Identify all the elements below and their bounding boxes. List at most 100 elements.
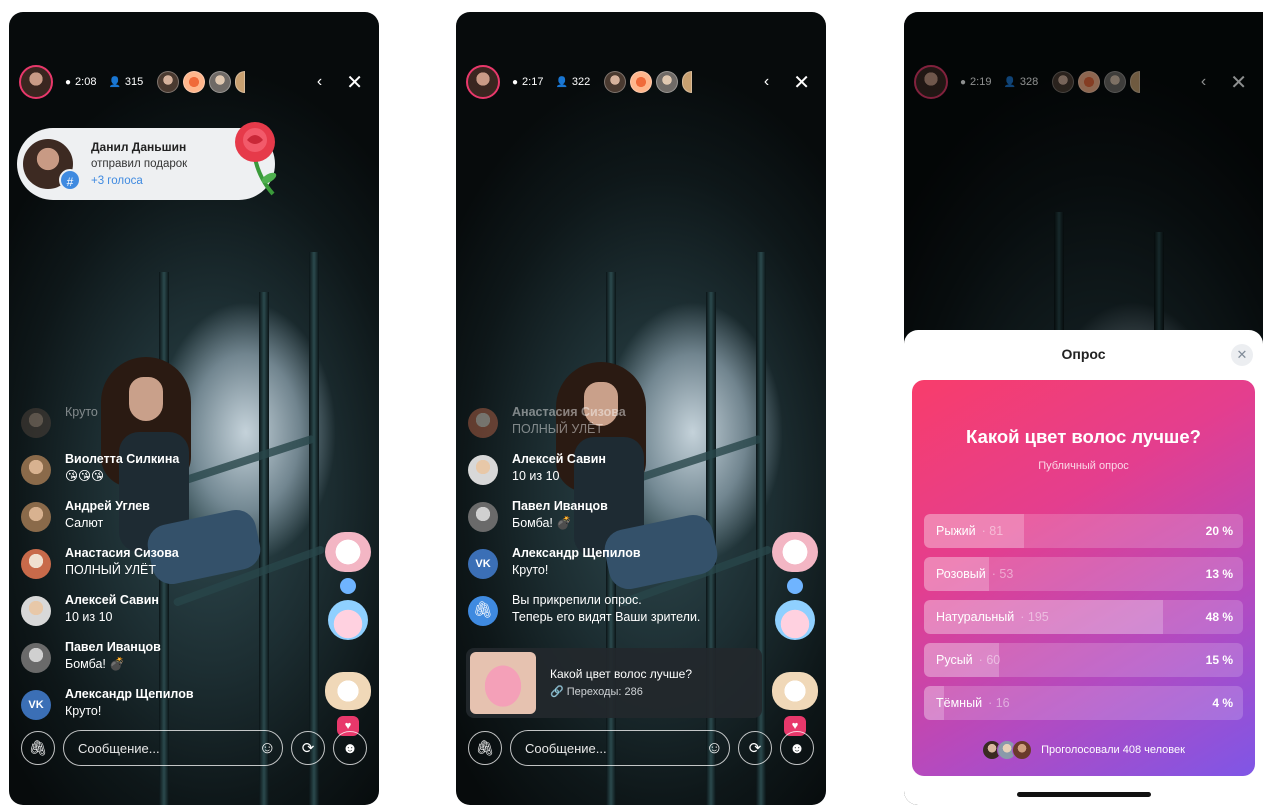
chat-feed: Круто Виолетта Силкина 😘😘😘 Андрей Углев Са… xyxy=(21,404,271,733)
poll-options: Рыжий · 81 20 % Розовый · 53 13 % Натураль… xyxy=(924,514,1243,729)
message-input[interactable]: Сообщение... ☺ xyxy=(510,730,730,766)
gift-action: отправил подарок xyxy=(91,157,188,170)
close-icon[interactable]: ✕ xyxy=(1231,344,1253,366)
refresh-icon[interactable]: ⟳ xyxy=(738,731,772,765)
home-indicator xyxy=(1016,792,1151,797)
avatar xyxy=(157,71,180,93)
gift-icon: # xyxy=(59,169,81,191)
smile-icon[interactable]: ☺ xyxy=(706,738,723,758)
poll-option-count: 60 xyxy=(986,653,1001,667)
avatar xyxy=(21,643,51,673)
paperclip-icon[interactable]: 🖇 xyxy=(468,731,502,765)
avatar xyxy=(1104,71,1127,93)
person-icon: 👤 xyxy=(108,76,121,88)
poll-option[interactable]: Розовый · 53 13 % xyxy=(924,557,1243,591)
host-avatar[interactable] xyxy=(466,65,500,99)
poll-thumbnail xyxy=(470,652,536,714)
host-avatar[interactable] xyxy=(914,65,948,99)
paperclip-icon: 🖇 xyxy=(468,596,498,626)
poll-option-label: Натуральный xyxy=(936,610,1015,624)
poll-option-label: Розовый xyxy=(936,567,986,581)
smile-icon[interactable]: ☺ xyxy=(259,738,276,758)
viewer-avatars[interactable] xyxy=(604,71,696,93)
avatar xyxy=(21,408,51,438)
avatar xyxy=(468,455,498,485)
poll-card-links: 🔗 Переходы: 286 xyxy=(550,686,643,698)
list-item: Андрей Углев Салют xyxy=(21,498,271,545)
poll-option-label: Тёмный xyxy=(936,696,983,710)
message-bar: 🖇 Сообщение... ☺ ⟳ ☻ xyxy=(21,730,367,766)
gift-votes: +3 голоса xyxy=(91,174,143,187)
poll-option-percent: 48 % xyxy=(1205,610,1233,624)
avatar xyxy=(1130,71,1141,93)
cat-sticker-icon xyxy=(772,672,818,710)
poll-question: Какой цвет волос лучше? xyxy=(966,426,1201,447)
stream-screen-poll-attached: ● 2:17 👤 322 ‹ ✕ Анастасия Сизова ПОЛНЫЙ УЛ… xyxy=(456,12,826,805)
poll-option-count: 53 xyxy=(999,567,1014,581)
viewer-avatars[interactable] xyxy=(1052,71,1144,93)
chevron-left-icon[interactable]: ‹ xyxy=(764,73,769,91)
poll-card-question: Какой цвет волос лучше? xyxy=(550,667,693,681)
close-icon[interactable]: ✕ xyxy=(346,70,363,95)
avatar xyxy=(1078,71,1101,93)
list-item: Виолетта Силкина 😘😘😘 xyxy=(21,451,271,498)
refresh-icon[interactable]: ⟳ xyxy=(291,731,325,765)
person-icon: 👤 xyxy=(555,76,568,88)
sticker-stack: ♥ xyxy=(772,532,818,736)
poll-option[interactable]: Тёмный · 16 4 % xyxy=(924,686,1243,720)
paperclip-icon[interactable]: 🖇 xyxy=(21,731,55,765)
list-item: Анастасия Сизова ПОЛНЫЙ УЛЁТ xyxy=(468,404,718,451)
avatar xyxy=(21,596,51,626)
poll-option[interactable]: Русый · 60 15 % xyxy=(924,643,1243,677)
list-item: Анастасия Сизова ПОЛНЫЙ УЛЁТ xyxy=(21,545,271,592)
mask-icon[interactable]: ☻ xyxy=(780,731,814,765)
poll-panel: Какой цвет волос лучше? Публичный опрос … xyxy=(912,380,1255,776)
poll-option-percent: 20 % xyxy=(1205,524,1233,538)
list-item: Круто xyxy=(21,404,271,451)
poll-option-label: Рыжий xyxy=(936,524,976,538)
list-item: 🖇 Вы прикрепили опрос. Теперь его видят В… xyxy=(468,592,718,639)
stream-timer: ● 2:19 xyxy=(960,76,992,88)
viewer-avatars[interactable] xyxy=(157,71,249,93)
unicorn-sticker-icon xyxy=(775,600,815,640)
poll-option-percent: 13 % xyxy=(1205,567,1233,581)
avatar xyxy=(235,71,246,93)
gift-sender-name: Данил Даньшин xyxy=(91,139,187,154)
stream-topbar: ● 2:17 👤 322 ‹ ✕ xyxy=(466,64,816,100)
list-item: Павел Иванцов Бомба! 💣 xyxy=(468,498,718,545)
attached-poll-card[interactable]: Какой цвет волос лучше? 🔗 Переходы: 286 xyxy=(466,648,762,718)
poll-option-count: 195 xyxy=(1027,610,1049,624)
avatar xyxy=(21,502,51,532)
stream-timer: ● 2:08 xyxy=(65,76,97,88)
viewer-count: 👤 315 xyxy=(108,76,144,88)
poll-option[interactable]: Натуральный · 195 48 % xyxy=(924,600,1243,634)
close-icon[interactable]: ✕ xyxy=(1230,70,1247,95)
person-icon: 👤 xyxy=(1003,76,1016,88)
chevron-left-icon[interactable]: ‹ xyxy=(1201,73,1206,91)
avatar xyxy=(183,71,206,93)
poll-sheet: Опрос ✕ Какой цвет волос лучше? Публичны… xyxy=(904,330,1263,805)
avatar xyxy=(656,71,679,93)
avatar xyxy=(468,408,498,438)
avatar xyxy=(209,71,232,93)
viewer-count: 👤 328 xyxy=(1003,76,1039,88)
poll-option-percent: 15 % xyxy=(1205,653,1233,667)
heart-sticker-icon xyxy=(340,578,356,594)
unicorn-sticker-icon xyxy=(328,600,368,640)
heart-sticker-icon xyxy=(787,578,803,594)
stream-screen-poll-results: ● 2:19 👤 328 ‹ ✕ Опрос ✕ Какой цвет волос … xyxy=(904,12,1263,805)
host-avatar[interactable] xyxy=(19,65,53,99)
avatar xyxy=(1052,71,1075,93)
poll-option[interactable]: Рыжий · 81 20 % xyxy=(924,514,1243,548)
message-bar: 🖇 Сообщение... ☺ ⟳ ☻ xyxy=(468,730,814,766)
message-input[interactable]: Сообщение... ☺ xyxy=(63,730,283,766)
clock-icon: ● xyxy=(960,76,967,88)
voters-summary[interactable]: Проголосовали 408 человек xyxy=(912,740,1255,760)
list-item: VK Александр Щепилов Круто! xyxy=(21,686,271,733)
sticker-stack: ♥ xyxy=(325,532,371,736)
avatar xyxy=(21,455,51,485)
stream-screen-gift: ● 2:08 👤 315 ‹ ✕ # Данил Даньшин отправил … xyxy=(9,12,379,805)
mask-icon[interactable]: ☻ xyxy=(333,731,367,765)
close-icon[interactable]: ✕ xyxy=(793,70,810,95)
chevron-left-icon[interactable]: ‹ xyxy=(317,73,322,91)
